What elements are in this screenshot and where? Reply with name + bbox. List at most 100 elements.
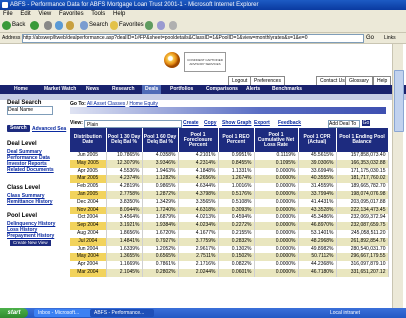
export-link[interactable]: Export — [254, 119, 270, 128]
table-cell: 4.0234% — [178, 222, 219, 230]
column-header[interactable]: Pool 1 CPR (Actual) — [298, 128, 337, 152]
nav-market-watch[interactable]: Market Watch — [44, 85, 76, 94]
create-new-view-button[interactable]: Create New View — [10, 240, 51, 246]
column-header[interactable]: Pool 1 Cumulative Net Loss Rate — [254, 128, 299, 152]
nav-alerts[interactable]: Alerts — [246, 85, 260, 94]
add-deal-go-button[interactable]: Go — [362, 120, 370, 126]
table-cell: 1.3655% — [106, 253, 143, 262]
nav-portfolios[interactable]: Portfolios — [170, 85, 193, 94]
column-header[interactable]: Distribution Date — [70, 128, 107, 152]
table-cell: 296,667,179.55 — [336, 253, 389, 262]
table-cell: 8.0944% — [106, 206, 143, 215]
taskbar: start Inbox - Microsoft... ABFS - Perfor… — [0, 308, 406, 318]
sidebar-related-documents[interactable]: Related Documents — [7, 167, 54, 173]
show-graph-link[interactable]: Show Graph — [222, 119, 251, 128]
search-icon[interactable] — [80, 21, 88, 30]
go-button[interactable]: Go — [366, 34, 382, 42]
address-input[interactable]: http://abswep/ltweb/dealperformance.asp?… — [22, 34, 364, 43]
menu-file[interactable]: File — [0, 11, 16, 17]
table-cell: 245,058,511.20 — [336, 229, 389, 238]
table-cell: 1.6339% — [106, 245, 143, 254]
search-button[interactable]: Search — [89, 21, 108, 30]
table-row: May 2004 1.3655% 0.6565% 2.7511% 0.1502% 0.00… — [70, 253, 389, 262]
nav-home[interactable]: Home — [14, 85, 28, 94]
table-cell: 0.5176% — [218, 190, 255, 199]
table-cell: 0.0000% — [254, 261, 299, 269]
taskbar-item-abfs[interactable]: ABFS - Performance... — [90, 309, 154, 317]
back-icon[interactable] — [2, 21, 11, 30]
copy-link[interactable]: Copy — [204, 119, 217, 128]
nav-benchmarks[interactable]: Benchmarks — [272, 85, 302, 94]
favorites-button[interactable]: Favorites — [119, 21, 144, 30]
vertical-scrollbar[interactable] — [392, 44, 404, 308]
scrollbar-thumb[interactable] — [394, 70, 404, 132]
nav-deals[interactable]: Deals — [142, 85, 162, 94]
print-icon[interactable] — [169, 21, 177, 30]
sub-nav — [0, 94, 406, 100]
table-row: Mar 2005 4.2374% 1.1282% 4.2656% 1.2674% 0.00… — [70, 175, 389, 184]
logo-emblem — [164, 52, 180, 68]
table-cell: 1.2052% — [142, 245, 179, 254]
stop-icon[interactable] — [44, 21, 52, 30]
history-icon[interactable] — [145, 21, 153, 30]
table-cell: 0.0000% — [254, 253, 299, 262]
table-cell: 0.0000% — [254, 245, 299, 254]
feedback-link[interactable]: Feedback — [278, 119, 301, 128]
create-link[interactable]: Create — [183, 119, 199, 128]
table-cell: 4.2374% — [106, 175, 143, 184]
forward-icon[interactable] — [30, 21, 39, 30]
column-header[interactable]: Pool 1 30 Day Delq Bal % — [106, 128, 143, 152]
menu-help[interactable]: Help — [110, 11, 128, 17]
table-cell: 0.7927% — [142, 237, 179, 246]
table-cell: 331,651,207.12 — [336, 268, 389, 277]
advanced-search-link[interactable]: Advanced Sea — [32, 126, 66, 132]
table-cell: 44.2368% — [298, 261, 337, 269]
menu-tools[interactable]: Tools — [88, 11, 108, 17]
table-cell: 49.8982% — [298, 245, 337, 254]
table-cell: 2.1045% — [106, 268, 143, 277]
nav-research[interactable]: Research — [112, 85, 135, 94]
menu-favorites[interactable]: Favorites — [56, 11, 87, 17]
start-button[interactable]: start — [0, 308, 28, 318]
sidebar-remittance-history[interactable]: Remittance History — [7, 199, 53, 205]
table-cell: 4.2314% — [178, 159, 219, 168]
table-cell: 1.9384% — [142, 222, 179, 230]
table-cell: 4.3798% — [178, 190, 219, 199]
table-cell: 0.0000% — [254, 222, 299, 230]
menu-view[interactable]: View — [35, 11, 54, 17]
table-row: Jun 2005 10.7865% 4.0358% 4.2101% 0.9951% 0.1… — [70, 152, 389, 160]
table-row: Sep 2004 3.1921% 1.9384% 4.0234% 0.2272% 0.00… — [70, 222, 389, 230]
table-cell: 0.0000% — [254, 167, 299, 176]
refresh-icon[interactable] — [55, 21, 63, 30]
deal-search-select[interactable]: Deal Name — [7, 106, 53, 115]
home-icon[interactable] — [66, 21, 74, 30]
add-deal-select[interactable]: Add Deal To — [328, 120, 360, 128]
nav-news[interactable]: News — [86, 85, 99, 94]
taskbar-item-inbox[interactable]: Inbox - Microsoft... — [34, 309, 92, 317]
table-row: Feb 2005 4.2819% 0.9865% 4.6344% 1.0016% 0.00… — [70, 183, 389, 191]
view-select[interactable]: Plain — [84, 120, 182, 128]
table-cell: 4.1677% — [178, 229, 219, 238]
menu-edit[interactable]: Edit — [17, 11, 33, 17]
table-cell: 0.5108% — [218, 198, 255, 207]
search-button-sidebar[interactable]: Search — [7, 125, 30, 132]
table-cell: 203,095,017.88 — [336, 198, 389, 207]
table-cell: 0.2832% — [218, 237, 255, 246]
mail-icon[interactable] — [157, 21, 165, 30]
back-button[interactable]: Back — [12, 21, 25, 30]
distribution-date-cell: May 2004 — [70, 253, 107, 262]
sidebar-prepayment-history[interactable]: Prepayment History — [7, 233, 54, 239]
table-cell: 10.7865% — [106, 152, 143, 160]
table-row: Apr 2005 4.5536% 1.9463% 4.1848% 1.1331% 0.00… — [70, 167, 389, 176]
column-header[interactable]: Pool 1 60 Day Delq Bal % — [142, 128, 179, 152]
column-header[interactable]: Pool 1 REO Percent — [218, 128, 255, 152]
table-cell: 0.1502% — [218, 253, 255, 262]
table-cell: 1.3429% — [142, 198, 179, 207]
column-header[interactable]: Pool 1 Ending Pool Balance — [336, 128, 389, 152]
nav-comparisons[interactable]: Comparisons — [206, 85, 238, 94]
distribution-date-cell: Aug 2004 — [70, 229, 107, 238]
favorites-icon[interactable] — [110, 21, 118, 30]
column-header[interactable]: Pool 1 Foreclosure Percent — [178, 128, 219, 152]
distribution-date-cell: Dec 2004 — [70, 198, 107, 207]
links-button[interactable]: Links — [384, 34, 396, 42]
